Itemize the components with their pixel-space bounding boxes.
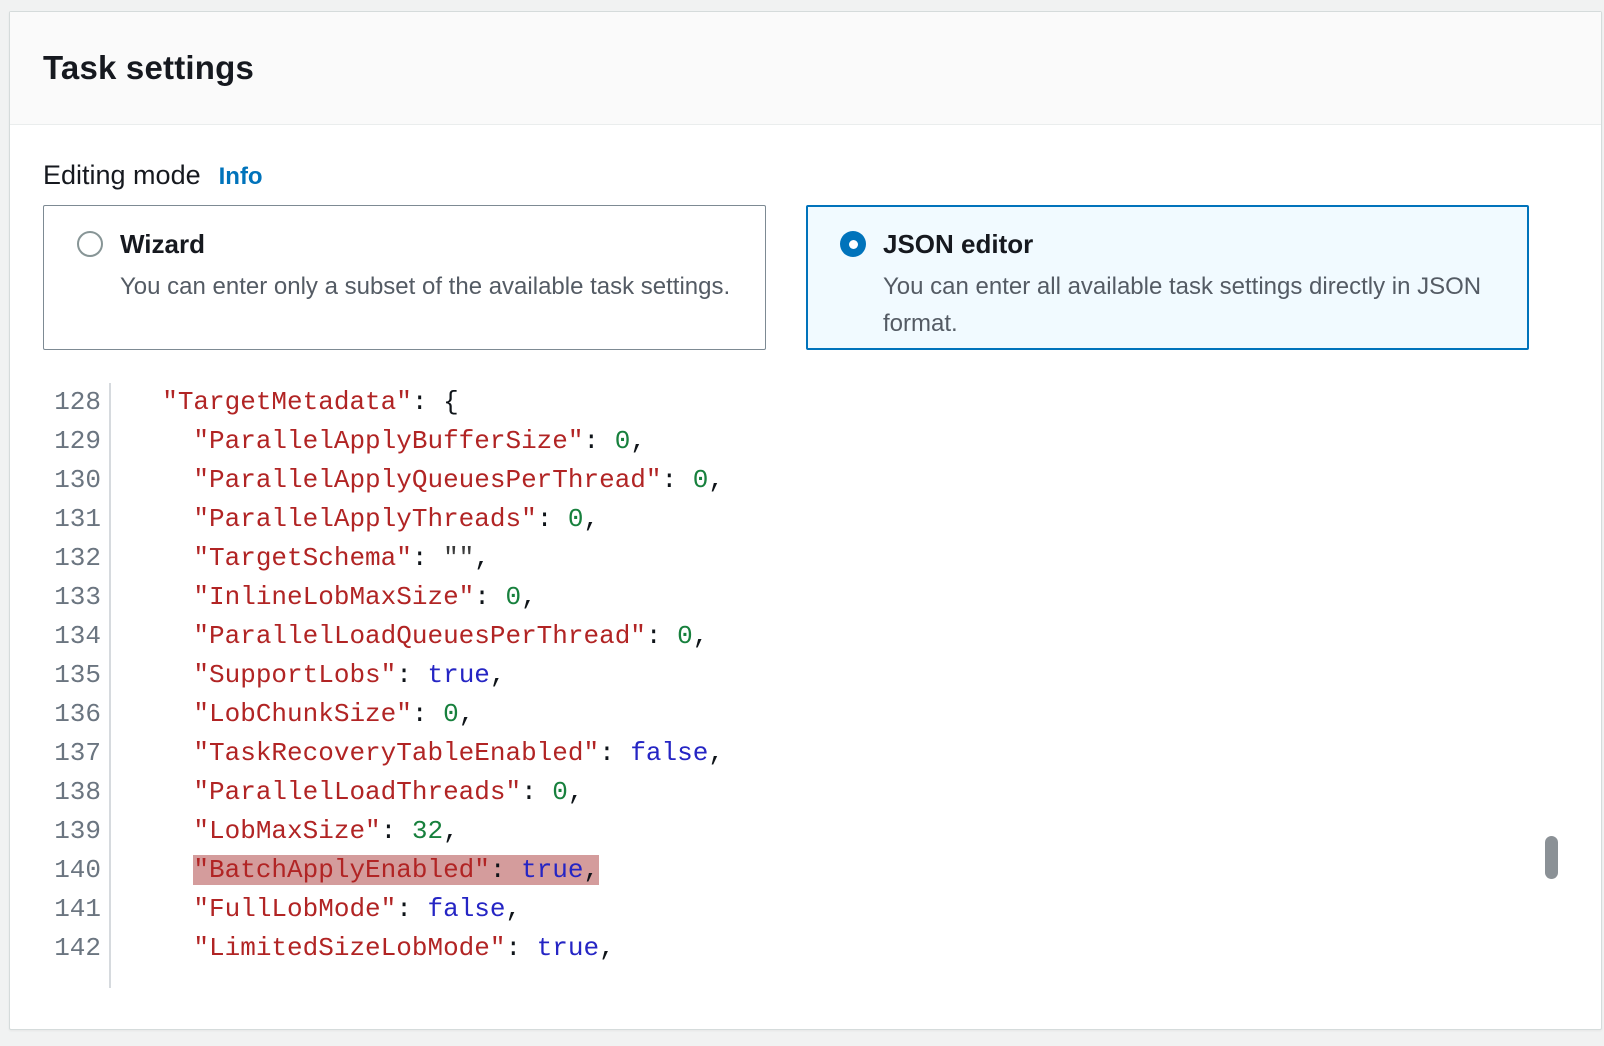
gutter-stub bbox=[43, 968, 1568, 988]
panel-header: Task settings bbox=[10, 12, 1601, 125]
code-text: "BatchApplyEnabled": true, bbox=[111, 851, 599, 890]
line-number: 128 bbox=[43, 383, 101, 422]
code-text: "FullLobMode": false, bbox=[111, 890, 521, 929]
code-text: "InlineLobMaxSize": 0, bbox=[111, 578, 537, 617]
code-text: "ParallelLoadQueuesPerThread": 0, bbox=[111, 617, 708, 656]
editing-mode-row: Editing mode Info bbox=[43, 160, 1568, 191]
line-number: 135 bbox=[43, 656, 101, 695]
panel-title: Task settings bbox=[43, 49, 254, 87]
code-text: "ParallelLoadThreads": 0, bbox=[111, 773, 584, 812]
line-number: 140 bbox=[43, 851, 101, 890]
code-line[interactable]: 136 "LobChunkSize": 0, bbox=[43, 695, 1568, 734]
code-line[interactable]: 134 "ParallelLoadQueuesPerThread": 0, bbox=[43, 617, 1568, 656]
line-number: 137 bbox=[43, 734, 101, 773]
code-text: "TargetMetadata": { bbox=[111, 383, 459, 422]
tile-wizard-title: Wizard bbox=[120, 228, 730, 260]
code-line[interactable]: 135 "SupportLobs": true, bbox=[43, 656, 1568, 695]
code-text: "TargetSchema": "", bbox=[111, 539, 490, 578]
highlighted-code: "BatchApplyEnabled": true, bbox=[193, 855, 599, 885]
line-number: 138 bbox=[43, 773, 101, 812]
code-line[interactable]: 130 "ParallelApplyQueuesPerThread": 0, bbox=[43, 461, 1568, 500]
task-settings-panel: Task settings Editing mode Info Wizard Y… bbox=[9, 11, 1602, 1030]
code-line[interactable]: 137 "TaskRecoveryTableEnabled": false, bbox=[43, 734, 1568, 773]
code-text: "TaskRecoveryTableEnabled": false, bbox=[111, 734, 724, 773]
code-text: "ParallelApplyQueuesPerThread": 0, bbox=[111, 461, 724, 500]
code-line[interactable]: 133 "InlineLobMaxSize": 0, bbox=[43, 578, 1568, 617]
code-text: "LimitedSizeLobMode": true, bbox=[111, 929, 615, 968]
line-number: 136 bbox=[43, 695, 101, 734]
code-line[interactable]: 140 "BatchApplyEnabled": true, bbox=[43, 851, 1568, 890]
code-line[interactable]: 142 "LimitedSizeLobMode": true, bbox=[43, 929, 1568, 968]
json-code-editor[interactable]: 128 "TargetMetadata": {129 "ParallelAppl… bbox=[43, 383, 1568, 988]
scrollbar-thumb[interactable] bbox=[1545, 836, 1558, 879]
code-text: "ParallelApplyThreads": 0, bbox=[111, 500, 599, 539]
tile-wizard-description: You can enter only a subset of the avail… bbox=[120, 268, 730, 305]
radio-unselected-icon[interactable] bbox=[77, 231, 103, 257]
code-text: "SupportLobs": true, bbox=[111, 656, 506, 695]
tile-wizard[interactable]: Wizard You can enter only a subset of th… bbox=[43, 205, 766, 350]
code-text: "ParallelApplyBufferSize": 0, bbox=[111, 422, 646, 461]
code-line[interactable]: 141 "FullLobMode": false, bbox=[43, 890, 1568, 929]
code-line[interactable]: 128 "TargetMetadata": { bbox=[43, 383, 1568, 422]
line-number: 142 bbox=[43, 929, 101, 968]
line-number: 129 bbox=[43, 422, 101, 461]
code-text: "LobMaxSize": 32, bbox=[111, 812, 459, 851]
code-line[interactable]: 132 "TargetSchema": "", bbox=[43, 539, 1568, 578]
info-link[interactable]: Info bbox=[219, 163, 263, 191]
code-line[interactable]: 139 "LobMaxSize": 32, bbox=[43, 812, 1568, 851]
line-number: 134 bbox=[43, 617, 101, 656]
code-line[interactable]: 131 "ParallelApplyThreads": 0, bbox=[43, 500, 1568, 539]
tile-json-editor[interactable]: JSON editor You can enter all available … bbox=[806, 205, 1529, 350]
tile-json-editor-description: You can enter all available task setting… bbox=[883, 268, 1500, 342]
editing-mode-label: Editing mode bbox=[43, 160, 201, 191]
tile-json-editor-title: JSON editor bbox=[883, 228, 1500, 260]
editing-mode-options: Wizard You can enter only a subset of th… bbox=[43, 205, 1568, 350]
line-number: 131 bbox=[43, 500, 101, 539]
radio-selected-icon[interactable] bbox=[840, 231, 866, 257]
line-number: 132 bbox=[43, 539, 101, 578]
line-number: 133 bbox=[43, 578, 101, 617]
code-line[interactable]: 129 "ParallelApplyBufferSize": 0, bbox=[43, 422, 1568, 461]
panel-body: Editing mode Info Wizard You can enter o… bbox=[10, 160, 1601, 988]
code-text: "LobChunkSize": 0, bbox=[111, 695, 474, 734]
line-number: 141 bbox=[43, 890, 101, 929]
line-number: 130 bbox=[43, 461, 101, 500]
line-number: 139 bbox=[43, 812, 101, 851]
code-line[interactable]: 138 "ParallelLoadThreads": 0, bbox=[43, 773, 1568, 812]
